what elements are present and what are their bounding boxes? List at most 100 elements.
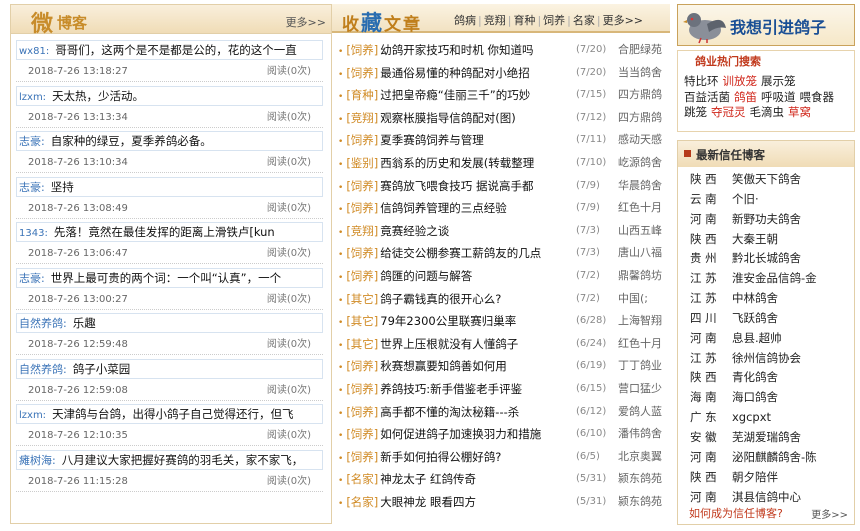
weibo-user-link[interactable]: wx81:: [19, 46, 49, 57]
weibo-read-count[interactable]: 阅读(0次): [267, 244, 311, 264]
weibo-read-count[interactable]: 阅读(0次): [267, 426, 311, 446]
article-title-link[interactable]: 信鸽饲养管理的三点经验: [380, 201, 507, 215]
article-category-link[interactable]: [竞翔]: [346, 111, 378, 125]
import-pigeon-banner[interactable]: 我想引进鸽子: [677, 4, 855, 46]
collect-tab[interactable]: 育种: [513, 14, 535, 27]
article-category-link[interactable]: [竞翔]: [346, 224, 378, 238]
article-title-link[interactable]: 大眼神龙 眼看四方: [380, 495, 476, 509]
weibo-text-link[interactable]: 天津鸽与台鸽，出得小鸽子自己觉得还行，但飞: [52, 407, 294, 421]
hot-keyword-link[interactable]: 喂食器: [800, 90, 835, 104]
article-title-link[interactable]: 赛鸽放飞喂食技巧 据说高手都: [380, 179, 533, 193]
article-source-link[interactable]: 中国(;: [618, 288, 648, 311]
collect-tab[interactable]: 鸽病: [454, 14, 476, 27]
weibo-user-link[interactable]: 自然养鸽:: [19, 317, 67, 330]
article-category-link[interactable]: [饲养]: [346, 201, 378, 215]
article-source-link[interactable]: 颍东鸽苑: [618, 468, 662, 491]
weibo-user-link[interactable]: 志豪:: [19, 135, 45, 148]
weibo-text-link[interactable]: 八月建议大家把握好赛鸽的羽毛关，家不家飞，: [62, 453, 304, 467]
blog-name-link[interactable]: 大秦王朝: [732, 232, 778, 246]
blog-name-link[interactable]: 中林鸽舍: [732, 291, 778, 305]
article-source-link[interactable]: 屹源鸽舍: [618, 152, 662, 175]
weibo-more-link[interactable]: 更多>>: [286, 14, 326, 30]
article-title-link[interactable]: 秋赛想赢要知鸽善如何用: [380, 359, 507, 373]
article-category-link[interactable]: [饲养]: [346, 269, 378, 283]
article-category-link[interactable]: [饲养]: [346, 405, 378, 419]
blog-name-link[interactable]: xgcpxt: [732, 410, 771, 424]
article-category-link[interactable]: [饲养]: [346, 427, 378, 441]
article-category-link[interactable]: [饲养]: [346, 179, 378, 193]
weibo-text-link[interactable]: 坚持: [51, 180, 74, 194]
article-source-link[interactable]: 营口猛少: [618, 378, 662, 401]
weibo-read-count[interactable]: 阅读(0次): [267, 108, 311, 128]
article-title-link[interactable]: 观察枨膜指导信鸽配对(图): [380, 111, 515, 125]
article-category-link[interactable]: [饲养]: [346, 359, 378, 373]
collect-tab[interactable]: 竞翔: [484, 14, 506, 27]
weibo-user-link[interactable]: 志豪:: [19, 181, 45, 194]
hot-keyword-link[interactable]: 鸽笛: [734, 90, 757, 104]
article-source-link[interactable]: 感动天感: [618, 129, 662, 152]
hot-keyword-link[interactable]: 训放笼: [723, 74, 758, 88]
article-title-link[interactable]: 鸽子霸钱真的很开心么?: [380, 292, 501, 306]
article-category-link[interactable]: [鉴别]: [346, 156, 378, 170]
weibo-read-count[interactable]: 阅读(0次): [267, 290, 311, 310]
article-source-link[interactable]: 唐山八福: [618, 242, 662, 265]
article-source-link[interactable]: 华晨鸽舍: [618, 175, 662, 198]
article-source-link[interactable]: 合肥绿苑: [618, 39, 662, 62]
hot-keyword-link[interactable]: 跳笼: [684, 105, 707, 119]
article-source-link[interactable]: 红色十月: [618, 333, 662, 356]
blog-name-link[interactable]: 芜湖爱瑞鸽舍: [732, 430, 801, 444]
hot-keyword-link[interactable]: 草窝: [788, 105, 811, 119]
article-source-link[interactable]: 潘伟鸽舍: [618, 423, 662, 446]
weibo-user-link[interactable]: 瘫树海:: [19, 454, 56, 467]
blog-name-link[interactable]: 淮安金品信鸽-金: [732, 271, 817, 285]
collect-tab[interactable]: 名家: [573, 14, 595, 27]
article-source-link[interactable]: 北京奥翼: [618, 446, 662, 469]
blog-name-link[interactable]: 飞跃鸽舍: [732, 311, 778, 325]
weibo-text-link[interactable]: 鸽子小菜园: [73, 362, 131, 376]
blog-name-link[interactable]: 淇县信鸽中心: [732, 490, 801, 504]
blog-name-link[interactable]: 新野功夫鸽舍: [732, 212, 801, 226]
weibo-read-count[interactable]: 阅读(0次): [267, 381, 311, 401]
hot-keyword-link[interactable]: 呼吸道: [761, 90, 796, 104]
article-category-link[interactable]: [饲养]: [346, 133, 378, 147]
collect-tab[interactable]: 更多>>: [603, 14, 643, 27]
article-title-link[interactable]: 竟赛经验之谈: [380, 224, 449, 238]
weibo-user-link[interactable]: lzxm:: [19, 92, 46, 103]
weibo-text-link[interactable]: 先落！竟然在最佳发挥的距离上滑铁卢[kun: [54, 225, 275, 239]
blog-name-link[interactable]: 徐州信鸽协会: [732, 351, 801, 365]
article-source-link[interactable]: 当当鸽舍: [618, 62, 662, 85]
article-source-link[interactable]: 爱鸽人蓝: [618, 401, 662, 424]
article-title-link[interactable]: 幼鸽开家技巧和时机 你知道吗: [380, 43, 533, 57]
collect-tab[interactable]: 饲养: [543, 14, 565, 27]
weibo-text-link[interactable]: 世界上最可贵的两个词：一个叫“认真”，一个: [51, 271, 281, 285]
article-title-link[interactable]: 世界上压根就没有人懂鸽子: [380, 337, 518, 351]
article-source-link[interactable]: 颍东鸽苑: [618, 491, 662, 514]
article-source-link[interactable]: 鼎馨鸽坊: [618, 265, 662, 288]
article-source-link[interactable]: 山西五峰: [618, 220, 662, 243]
article-title-link[interactable]: 西翁系的历史和发展(转载整理: [380, 156, 534, 170]
article-title-link[interactable]: 养鸽技巧:新手借鉴老手评鉴: [380, 382, 522, 396]
article-title-link[interactable]: 神龙太子 红鸽传奇: [380, 472, 476, 486]
article-category-link[interactable]: [饲养]: [346, 382, 378, 396]
article-title-link[interactable]: 夏季赛鸽饲养与管理: [380, 133, 484, 147]
hot-keyword-link[interactable]: 展示笼: [761, 74, 796, 88]
article-source-link[interactable]: 上海智翔: [618, 310, 662, 333]
weibo-user-link[interactable]: lzxm:: [19, 410, 46, 421]
article-category-link[interactable]: [饲养]: [346, 246, 378, 260]
blog-name-link[interactable]: 青化鸽舍: [732, 370, 778, 384]
weibo-user-link[interactable]: 自然养鸽:: [19, 363, 67, 376]
blog-name-link[interactable]: 黔北长城鸽舍: [732, 251, 801, 265]
article-category-link[interactable]: [其它]: [346, 314, 378, 328]
weibo-read-count[interactable]: 阅读(0次): [267, 335, 311, 355]
article-category-link[interactable]: [饲养]: [346, 66, 378, 80]
article-title-link[interactable]: 新手如何拍得公棚好鸽?: [380, 450, 501, 464]
weibo-read-count[interactable]: 阅读(0次): [267, 199, 311, 219]
weibo-text-link[interactable]: 乐趣: [73, 316, 96, 330]
article-category-link[interactable]: [饲养]: [346, 450, 378, 464]
blog-name-link[interactable]: 个旧·: [732, 192, 759, 206]
weibo-text-link[interactable]: 天太热，少活动。: [52, 89, 144, 103]
blog-name-link[interactable]: 泌阳麒麟鸽舍-陈: [732, 450, 817, 464]
hot-keyword-link[interactable]: 毛滴虫: [750, 105, 785, 119]
article-source-link[interactable]: 丁丁鸽业: [618, 355, 662, 378]
article-category-link[interactable]: [饲养]: [346, 43, 378, 57]
